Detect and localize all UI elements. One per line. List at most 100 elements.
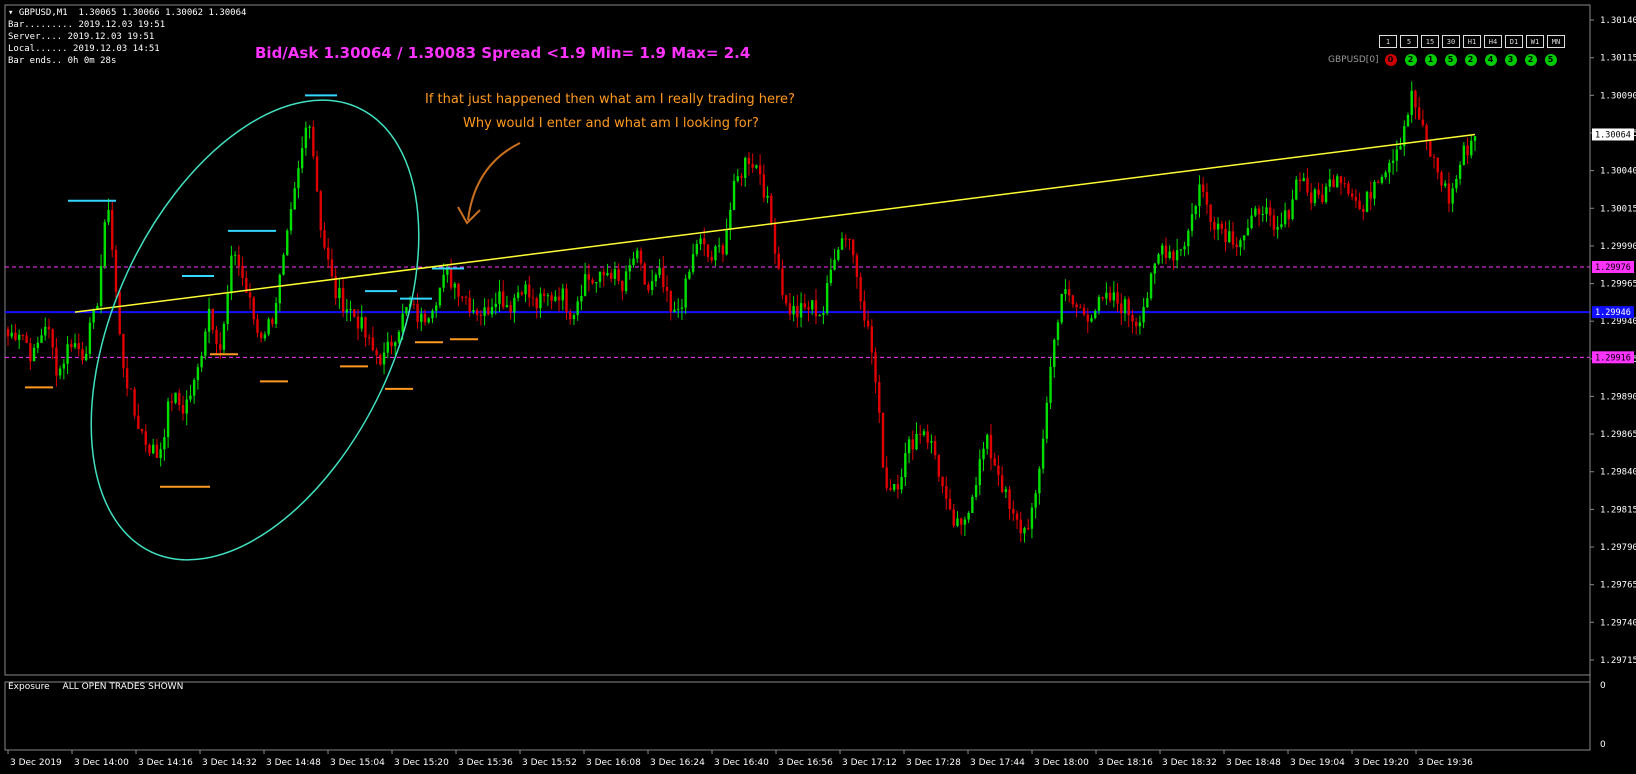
timeframe-button-15[interactable]: 15 xyxy=(1421,35,1439,48)
candle-bull xyxy=(1097,297,1101,311)
local-time: Local...... 2019.12.03 14:51 xyxy=(8,44,160,54)
price-label: 1.30064 xyxy=(1595,130,1631,140)
candle-bull xyxy=(799,303,803,318)
timeframe-button-mn[interactable]: MN xyxy=(1547,35,1565,48)
candle-bull xyxy=(32,347,36,362)
candle-bull xyxy=(490,307,494,315)
candle-bull xyxy=(289,209,293,231)
candle-bear xyxy=(557,296,561,301)
x-tick-label: 3 Dec 14:32 xyxy=(202,758,257,768)
candle-bear xyxy=(1362,208,1365,212)
candle-bull xyxy=(293,188,296,210)
candle-bear xyxy=(870,326,874,353)
candle-bear xyxy=(327,247,330,260)
candle-bear xyxy=(140,428,144,432)
candle-bull xyxy=(1373,181,1376,199)
candle-bull xyxy=(766,195,769,198)
candle-bear xyxy=(1306,178,1309,193)
y-tick-label: 1.30090 xyxy=(1600,91,1636,101)
candle-bear xyxy=(423,313,427,323)
candle-bull xyxy=(446,269,449,275)
candle-bull xyxy=(922,431,926,435)
y-tick-label: 1.29715 xyxy=(1600,656,1636,666)
bar-ends: Bar ends.. 0h 0m 28s xyxy=(8,56,117,66)
candle-bull xyxy=(732,180,736,210)
candle-bull xyxy=(837,249,840,260)
candle-bull xyxy=(717,245,721,247)
dropdown-triangle-icon[interactable]: ▾ xyxy=(8,8,19,18)
candle-bull xyxy=(1399,146,1402,150)
candle-bear xyxy=(215,329,218,345)
candle-bull xyxy=(1064,289,1067,294)
candle-bull xyxy=(204,331,207,356)
candle-bull xyxy=(10,332,13,337)
price-label: 1.29976 xyxy=(1595,263,1631,273)
candle-bull xyxy=(1146,298,1149,308)
server-time: Server.... 2019.12.03 19:51 xyxy=(8,32,155,42)
candle-bear xyxy=(1376,181,1380,183)
candle-bull xyxy=(1175,250,1179,261)
candle-bull xyxy=(699,238,702,245)
candle-bear xyxy=(330,259,334,277)
candle-bear xyxy=(1269,207,1272,216)
candle-bull xyxy=(539,293,542,309)
candle-bull xyxy=(438,287,442,306)
candle-bull xyxy=(360,317,363,329)
candle-bear xyxy=(21,334,25,336)
x-tick-label: 3 Dec 17:44 xyxy=(970,758,1025,768)
candle-bear xyxy=(535,298,538,309)
candle-bear xyxy=(1429,141,1432,157)
symbol-line[interactable]: ▾ GBPUSD,M1 1.30065 1.30066 1.30062 1.30… xyxy=(8,7,246,19)
candle-bear xyxy=(665,286,669,292)
y-tick-label: 1.29890 xyxy=(1600,392,1636,402)
candle-bear xyxy=(475,310,479,315)
candle-bull xyxy=(166,401,170,438)
candle-bear xyxy=(1343,183,1346,185)
candle-bear xyxy=(118,291,121,334)
candle-bull xyxy=(192,380,196,396)
candle-bear xyxy=(885,467,888,489)
candle-bear xyxy=(550,295,553,301)
candle-bull xyxy=(1473,136,1477,141)
candle-bull xyxy=(561,288,564,301)
timeframe-button-5[interactable]: 5 xyxy=(1400,35,1418,48)
chart-info-panel: ▾ GBPUSD,M1 1.30065 1.30066 1.30062 1.30… xyxy=(8,7,246,67)
x-tick-label: 3 Dec 14:16 xyxy=(138,758,193,768)
y-tick-label: 1.29865 xyxy=(1600,430,1636,440)
trend-dot: 3 xyxy=(1504,54,1517,66)
candle-bull xyxy=(1254,208,1257,216)
y-tick-label: 1.29790 xyxy=(1600,543,1636,553)
x-tick-label: 3 Dec 18:00 xyxy=(1034,758,1089,768)
candle-bear xyxy=(1332,179,1335,188)
candle-bull xyxy=(974,485,978,497)
timeframe-button-h4[interactable]: H4 xyxy=(1484,35,1502,48)
candle-bull xyxy=(930,441,933,443)
candle-bear xyxy=(740,176,743,178)
timeframe-button-h1[interactable]: H1 xyxy=(1463,35,1481,48)
y-tick-label: 1.29740 xyxy=(1600,618,1636,628)
candle-bull xyxy=(200,355,203,368)
candle-bear xyxy=(747,157,751,164)
candle-bull xyxy=(829,269,833,283)
candle-bear xyxy=(1350,193,1354,197)
candle-bull xyxy=(1283,210,1287,225)
candle-bear xyxy=(639,250,643,264)
candle-bull xyxy=(1190,214,1194,231)
exposure-title: Exposure xyxy=(8,682,50,692)
timeframe-button-d1[interactable]: D1 xyxy=(1505,35,1523,48)
candle-bull xyxy=(230,255,233,294)
candle-bear xyxy=(323,230,326,248)
candle-bear xyxy=(591,279,594,284)
candle-bear xyxy=(1213,221,1216,230)
candle-bull xyxy=(632,258,635,266)
candle-bear xyxy=(1012,509,1015,514)
y-tick-label: 1.29765 xyxy=(1600,581,1636,591)
candle-bear xyxy=(341,287,345,313)
candle-bear xyxy=(1321,194,1324,203)
timeframe-button-1[interactable]: 1 xyxy=(1379,35,1397,48)
candle-bull xyxy=(1123,299,1127,314)
timeframe-button-w1[interactable]: W1 xyxy=(1526,35,1544,48)
candle-bull xyxy=(1030,507,1034,529)
timeframe-button-30[interactable]: 30 xyxy=(1442,35,1460,48)
candle-bull xyxy=(394,342,397,347)
